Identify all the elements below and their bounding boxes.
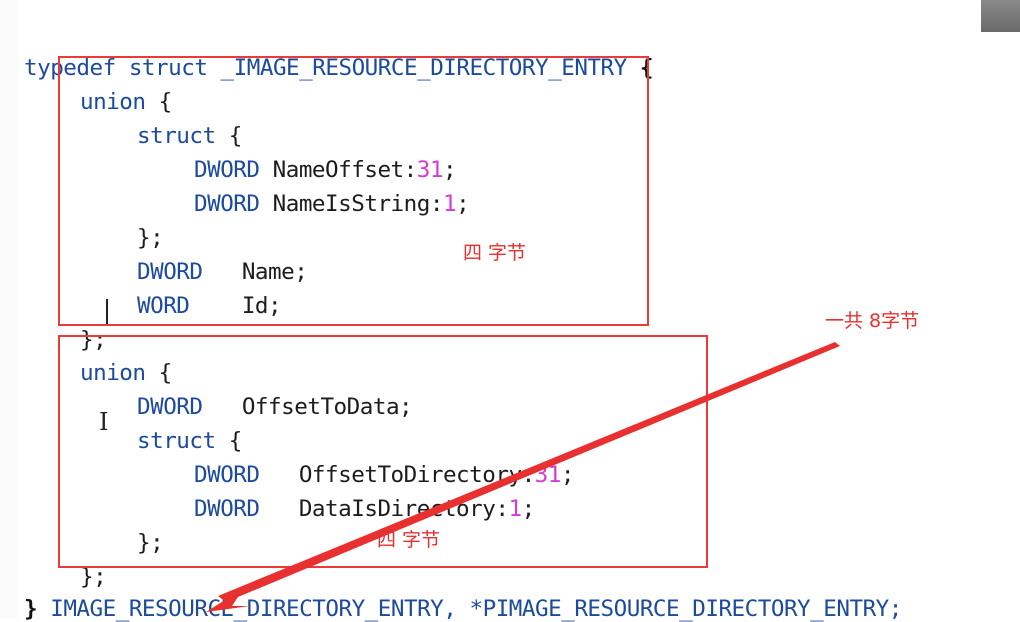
annotation-arrow [206, 342, 840, 612]
arrow-shaft [218, 342, 840, 602]
